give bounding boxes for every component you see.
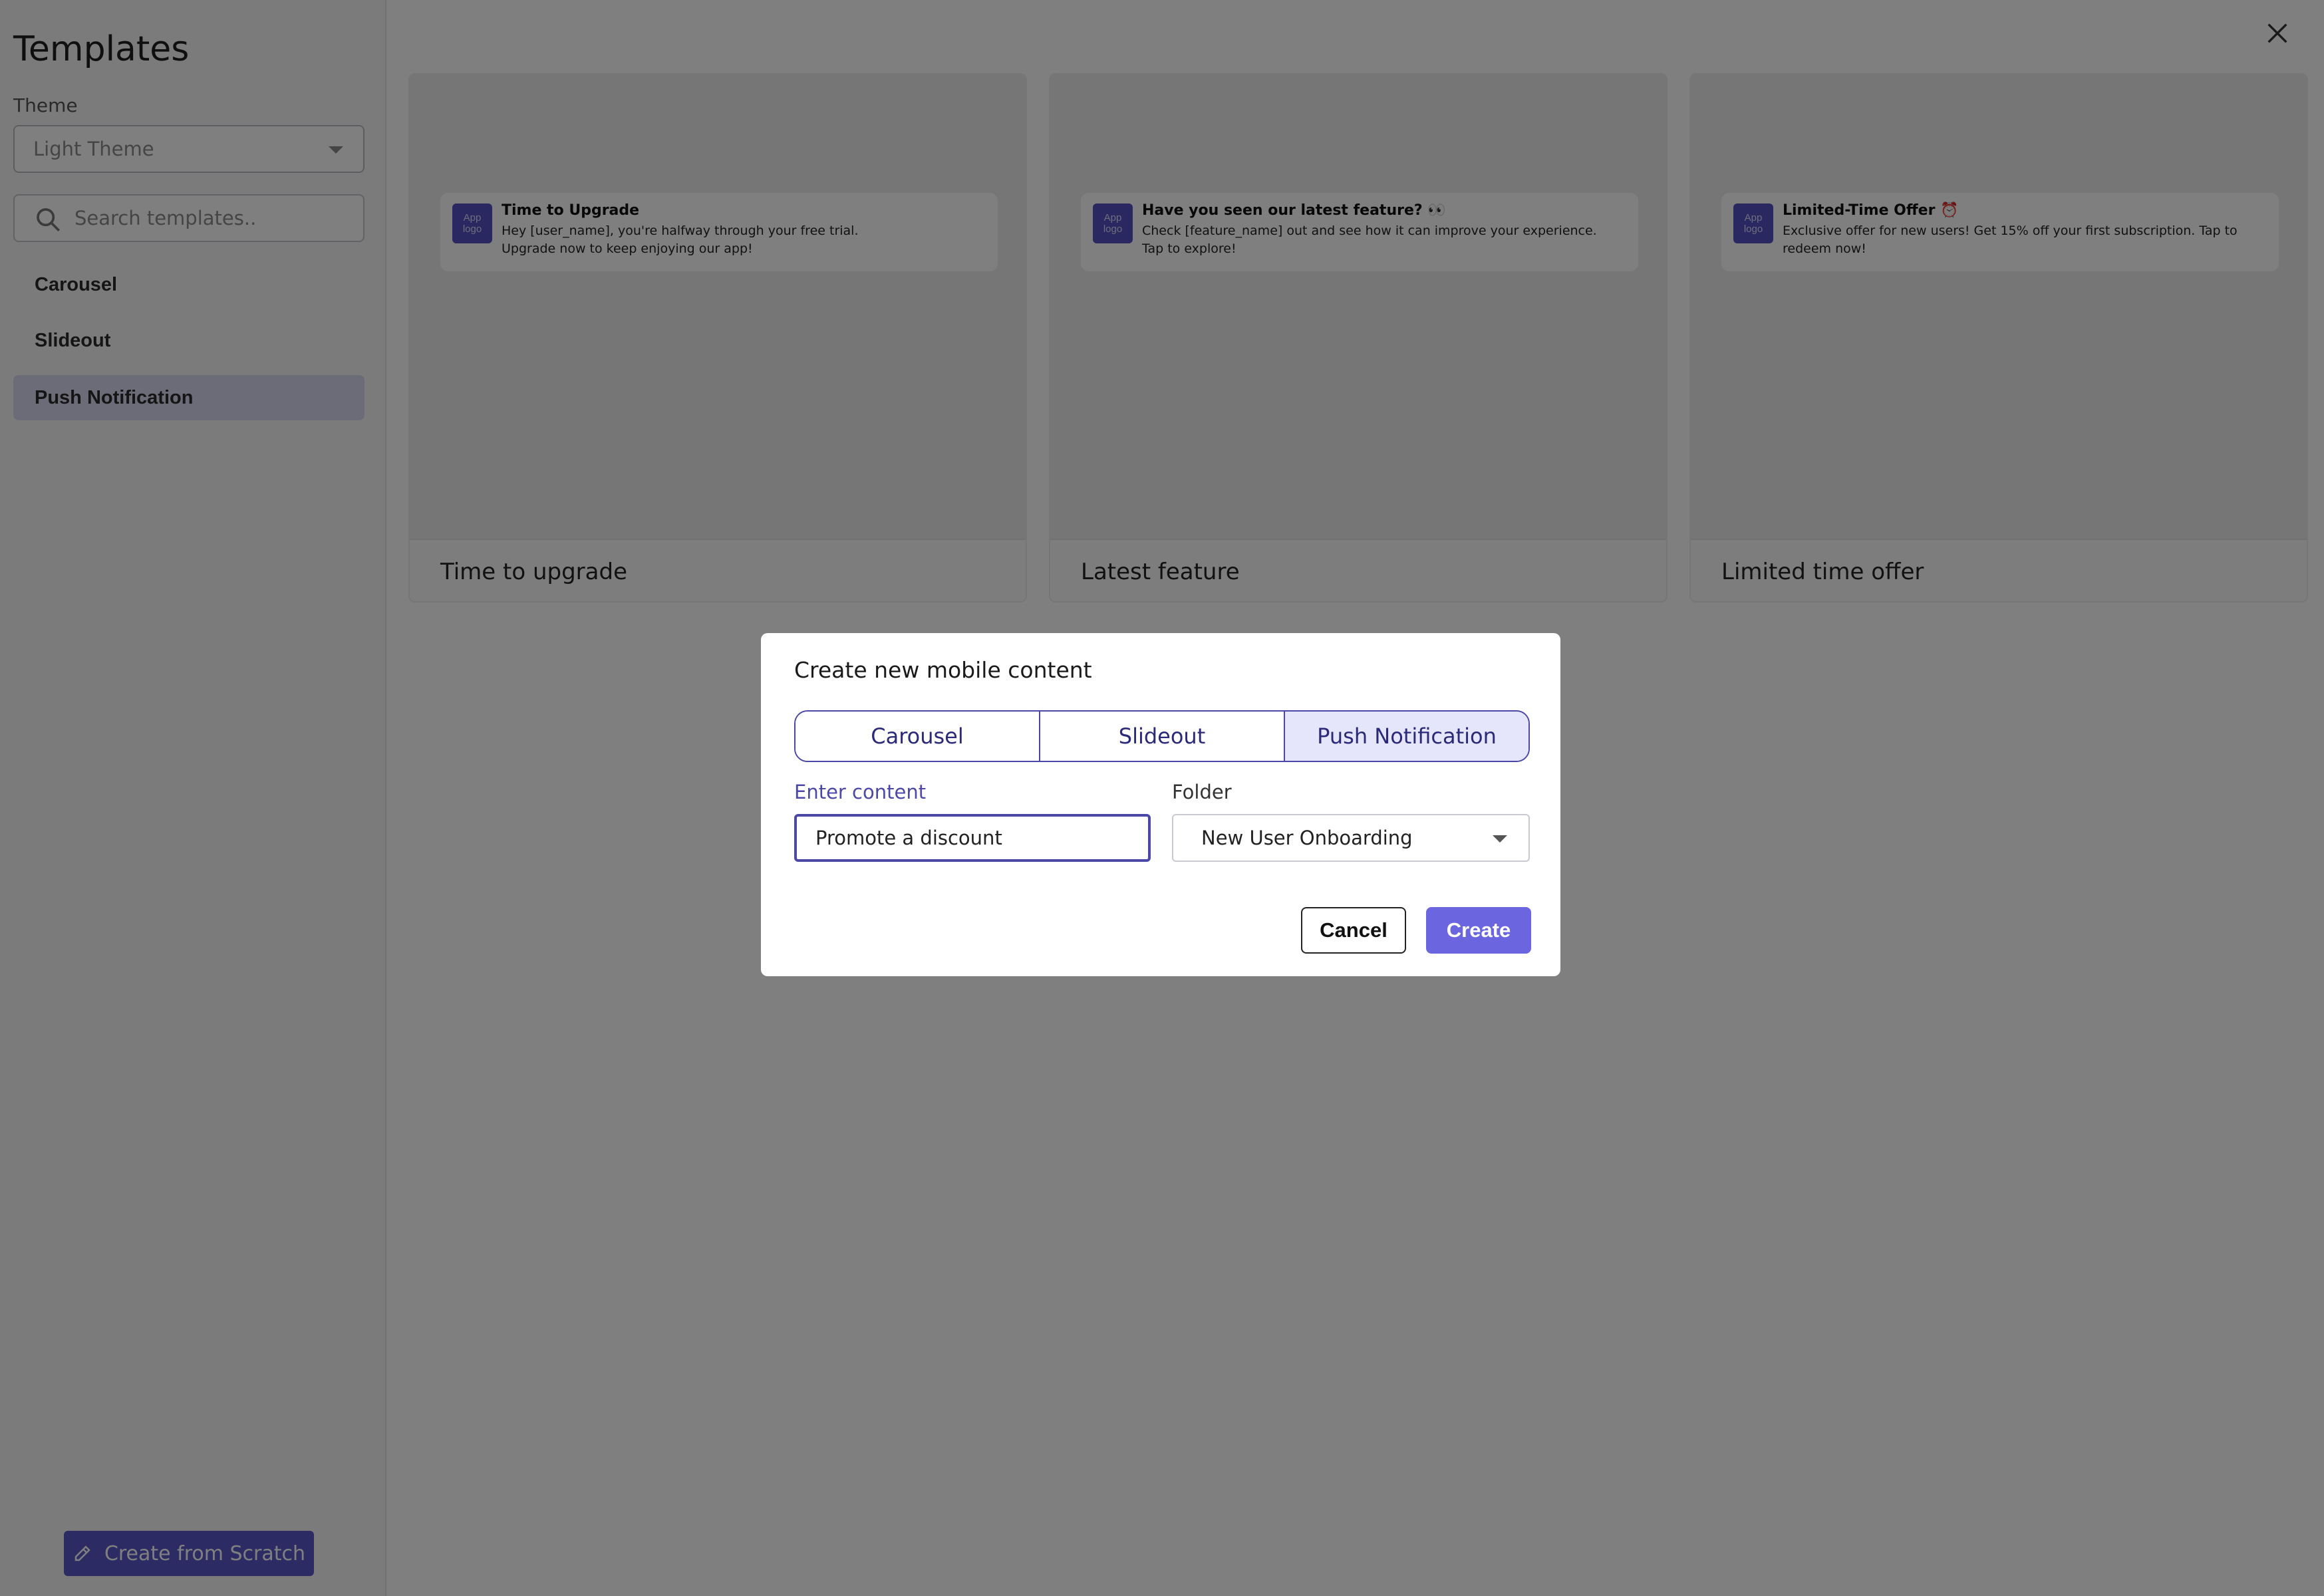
tab-push-notification[interactable]: Push Notification [1284, 712, 1528, 761]
folder-select[interactable]: New User Onboarding [1172, 814, 1530, 862]
folder-label: Folder [1172, 781, 1232, 803]
modal-title: Create new mobile content [794, 657, 1092, 683]
content-type-tabs: Carousel Slideout Push Notification [794, 710, 1530, 762]
chevron-down-icon [1493, 835, 1507, 843]
create-button[interactable]: Create [1426, 907, 1531, 954]
cancel-button[interactable]: Cancel [1301, 907, 1406, 954]
tab-carousel[interactable]: Carousel [796, 712, 1039, 761]
content-input[interactable] [794, 814, 1151, 862]
folder-select-value: New User Onboarding [1201, 827, 1413, 849]
content-label: Enter content [794, 781, 927, 803]
tab-slideout[interactable]: Slideout [1039, 712, 1284, 761]
create-content-modal: Create new mobile content Carousel Slide… [761, 633, 1560, 976]
